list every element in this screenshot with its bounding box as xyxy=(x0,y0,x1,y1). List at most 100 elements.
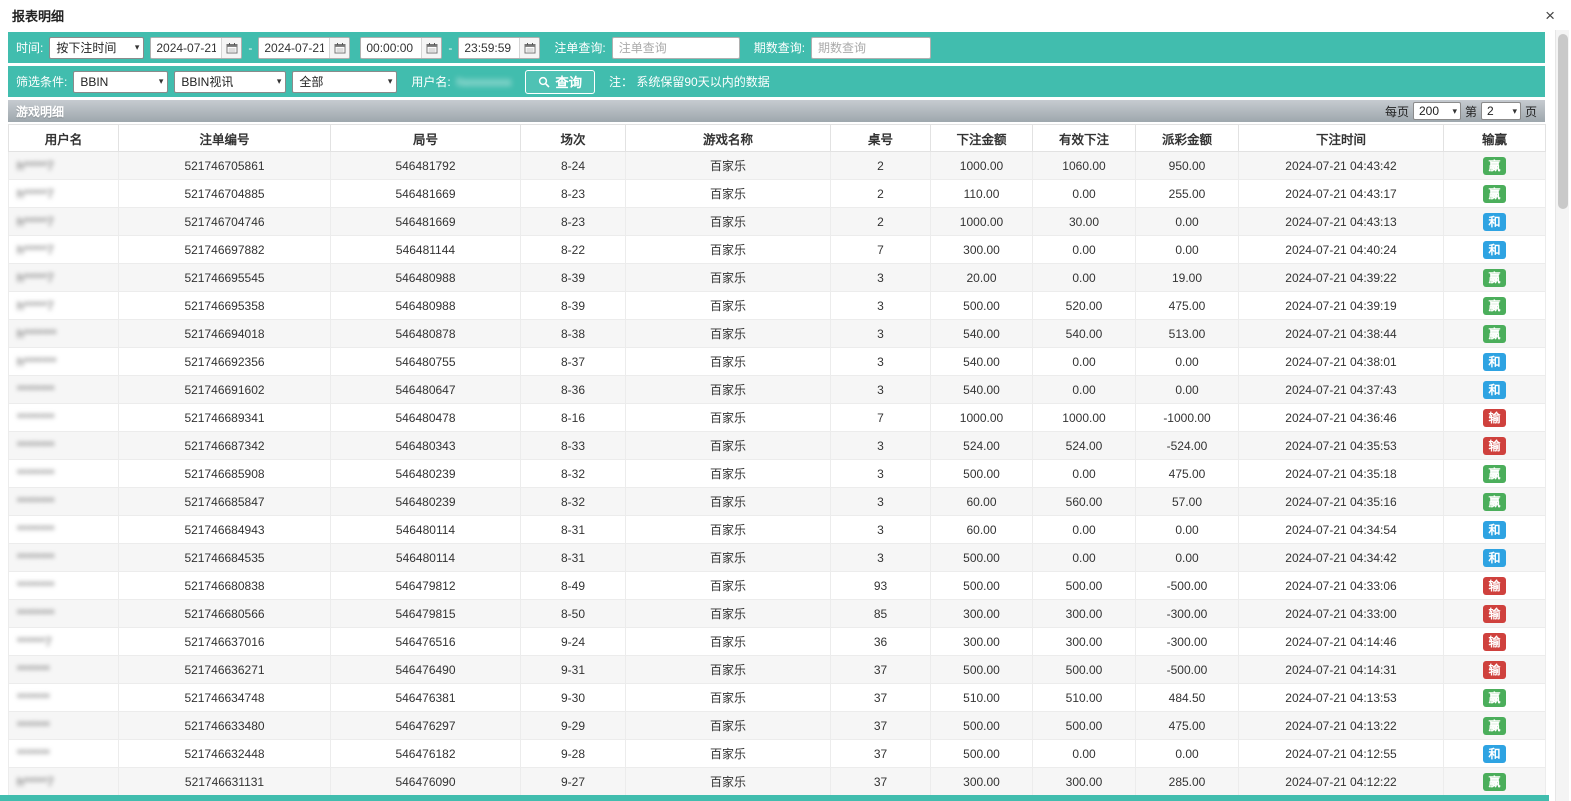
cell-result: 和 xyxy=(1444,348,1546,376)
cell-valid_bet: 0.00 xyxy=(1033,180,1136,208)
time-type-select[interactable]: 按下注时间 ▾ xyxy=(49,37,144,59)
cell-user: ******** xyxy=(9,572,119,600)
time-to-input[interactable] xyxy=(459,38,519,58)
username-masked: ******** xyxy=(17,495,54,509)
cell-bet_no: 521746704746 xyxy=(119,208,331,236)
cell-result: 赢 xyxy=(1444,488,1546,516)
calendar-icon[interactable] xyxy=(221,38,241,58)
time-from-input[interactable] xyxy=(361,38,421,58)
result-badge: 赢 xyxy=(1483,297,1505,315)
cell-bet_amount: 1000.00 xyxy=(931,152,1033,180)
cell-valid_bet: 0.00 xyxy=(1033,544,1136,572)
cell-round_no: 546476516 xyxy=(331,628,521,656)
cell-payout: 0.00 xyxy=(1136,348,1239,376)
cell-valid_bet: 0.00 xyxy=(1033,348,1136,376)
cell-bet_amount: 524.00 xyxy=(931,432,1033,460)
column-header: 桌号 xyxy=(831,125,931,152)
username-masked: h*****7 xyxy=(17,299,54,313)
result-badge: 赢 xyxy=(1483,493,1505,511)
scope-select[interactable]: 全部 ▾ xyxy=(292,71,397,93)
cell-payout: 0.00 xyxy=(1136,376,1239,404)
time-to-field xyxy=(458,37,540,59)
game-type-select[interactable]: BBIN视讯 ▾ xyxy=(174,71,286,93)
cell-payout: 0.00 xyxy=(1136,208,1239,236)
chevron-down-icon: ▾ xyxy=(277,76,282,87)
table-row: h*******5217466940185464808788-38百家乐3540… xyxy=(9,320,1546,348)
bottom-accent-bar xyxy=(0,795,1549,801)
cell-result: 输 xyxy=(1444,600,1546,628)
cell-table_no: 3 xyxy=(831,292,931,320)
close-icon[interactable]: × xyxy=(1541,5,1559,26)
username-masked: ******** xyxy=(17,579,54,593)
per-page-select[interactable]: 200 ▾ xyxy=(1413,102,1461,120)
cell-bet_time: 2024-07-21 04:14:31 xyxy=(1239,656,1444,684)
cell-valid_bet: 560.00 xyxy=(1033,488,1136,516)
cell-round_no: 546480343 xyxy=(331,432,521,460)
filter-bar-time: 时间: 按下注时间 ▾ - xyxy=(8,32,1545,63)
cell-bet_no: 521746689341 xyxy=(119,404,331,432)
cell-result: 输 xyxy=(1444,404,1546,432)
column-header: 游戏名称 xyxy=(626,125,831,152)
page-select[interactable]: 2 ▾ xyxy=(1481,102,1521,120)
cell-user: h******* xyxy=(9,348,119,376)
cell-user: h*****7 xyxy=(9,152,119,180)
cell-game: 百家乐 xyxy=(626,152,831,180)
chevron-down-icon: ▾ xyxy=(388,76,393,87)
cell-game: 百家乐 xyxy=(626,488,831,516)
cell-valid_bet: 300.00 xyxy=(1033,628,1136,656)
platform-select[interactable]: BBIN ▾ xyxy=(73,71,168,93)
scrollbar-thumb[interactable] xyxy=(1558,34,1568,209)
clock-icon[interactable] xyxy=(519,38,539,58)
period-query-input[interactable] xyxy=(811,37,931,59)
cell-result: 赢 xyxy=(1444,460,1546,488)
date-to-input[interactable] xyxy=(259,38,329,58)
page-title: 报表明细 xyxy=(12,6,64,25)
username-masked: h*****7 xyxy=(17,271,54,285)
search-button[interactable]: 查询 xyxy=(525,70,595,94)
cell-bet_time: 2024-07-21 04:38:01 xyxy=(1239,348,1444,376)
cell-bet_no: 521746636271 xyxy=(119,656,331,684)
cell-table_no: 2 xyxy=(831,180,931,208)
calendar-icon[interactable] xyxy=(329,38,349,58)
cell-round_no: 546480239 xyxy=(331,460,521,488)
cell-bet_no: 521746680566 xyxy=(119,600,331,628)
table-row: ********5217466808385464798128-49百家乐9350… xyxy=(9,572,1546,600)
date-to-field xyxy=(258,37,350,59)
vertical-scrollbar[interactable] xyxy=(1555,30,1569,801)
cell-payout: 0.00 xyxy=(1136,544,1239,572)
game-type-value: BBIN视讯 xyxy=(181,73,233,90)
result-badge: 和 xyxy=(1483,353,1505,371)
cell-user: ******** xyxy=(9,404,119,432)
cell-payout: -1000.00 xyxy=(1136,404,1239,432)
cell-bet_time: 2024-07-21 04:37:43 xyxy=(1239,376,1444,404)
cell-result: 赢 xyxy=(1444,712,1546,740)
result-badge: 输 xyxy=(1483,633,1505,651)
cell-table_no: 3 xyxy=(831,432,931,460)
report-table: 用户名注单编号局号场次游戏名称桌号下注金额有效下注派彩金额下注时间输赢 h***… xyxy=(8,124,1546,796)
cell-valid_bet: 0.00 xyxy=(1033,236,1136,264)
cell-result: 输 xyxy=(1444,656,1546,684)
cell-session: 8-33 xyxy=(521,432,626,460)
cell-table_no: 37 xyxy=(831,684,931,712)
cell-result: 赢 xyxy=(1444,684,1546,712)
cell-result: 赢 xyxy=(1444,768,1546,796)
username-masked: h*****7 xyxy=(17,775,54,789)
cell-bet_time: 2024-07-21 04:39:19 xyxy=(1239,292,1444,320)
result-badge: 和 xyxy=(1483,213,1505,231)
cell-game: 百家乐 xyxy=(626,516,831,544)
username-masked: h*****7 xyxy=(17,243,54,257)
cell-valid_bet: 524.00 xyxy=(1033,432,1136,460)
cell-bet_no: 521746680838 xyxy=(119,572,331,600)
cell-bet_amount: 500.00 xyxy=(931,292,1033,320)
cell-bet_no: 521746684535 xyxy=(119,544,331,572)
cell-round_no: 546480478 xyxy=(331,404,521,432)
cell-payout: 484.50 xyxy=(1136,684,1239,712)
table-row: h*******5217466923565464807558-37百家乐3540… xyxy=(9,348,1546,376)
cell-result: 赢 xyxy=(1444,292,1546,320)
cell-session: 8-31 xyxy=(521,544,626,572)
bet-query-input[interactable] xyxy=(612,37,740,59)
date-from-input[interactable] xyxy=(151,38,221,58)
clock-icon[interactable] xyxy=(421,38,441,58)
per-page-value: 200 xyxy=(1419,104,1439,118)
cell-session: 8-16 xyxy=(521,404,626,432)
